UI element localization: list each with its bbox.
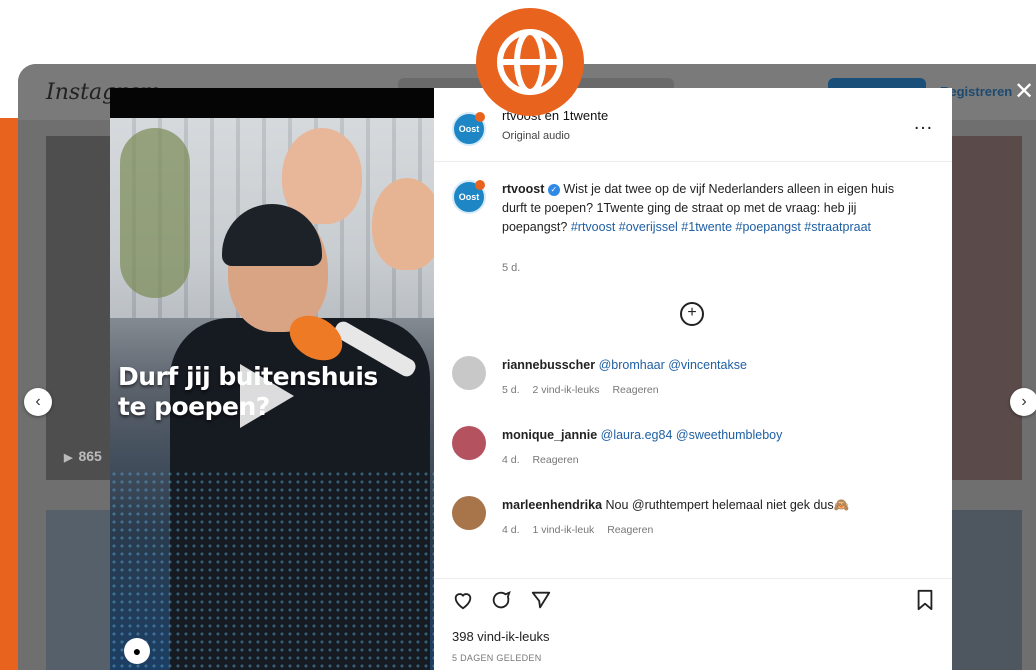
caption-username[interactable]: rtvoost <box>502 182 544 196</box>
comment-body[interactable]: @laura.eg84 @sweethumbleboy <box>601 428 783 442</box>
commenter-avatar[interactable] <box>452 356 486 390</box>
grid-thumbnail[interactable] <box>952 510 1022 670</box>
comment-text: monique_jannie @laura.eg84 @sweethumbleb… <box>502 428 782 442</box>
reply-link[interactable]: Reageren <box>607 524 653 536</box>
comment-item: monique_jannie @laura.eg84 @sweethumbleb… <box>452 426 932 476</box>
comment-username[interactable]: marleenhendrika <box>502 498 602 512</box>
comment-meta: 4 d. 1 vind-ik-leuk Reageren <box>502 524 663 536</box>
play-icon[interactable] <box>240 364 294 428</box>
commenter-avatar[interactable] <box>452 426 486 460</box>
view-count: 865 <box>64 448 101 464</box>
globe-icon <box>476 8 584 116</box>
comment-meta: 4 d. Reageren <box>502 454 589 466</box>
caption-hashtags[interactable]: #rtvoost #overijssel #1twente #poepangst… <box>571 220 871 234</box>
close-icon[interactable]: ✕ <box>1014 80 1034 104</box>
next-post-button[interactable]: › <box>1010 388 1036 416</box>
comment-likes[interactable]: 1 vind-ik-leuk <box>532 524 594 536</box>
post-date: 5 DAGEN GELEDEN <box>452 653 542 663</box>
comment-item: marleenhendrika Nou @ruthtempert helemaa… <box>452 496 932 546</box>
comment-text: riannebusscher @bromhaar @vincentakse <box>502 358 747 372</box>
grid-thumbnail[interactable] <box>952 136 1022 480</box>
more-options-icon[interactable]: … <box>913 112 934 135</box>
comment-icon[interactable] <box>490 589 512 617</box>
comment-time: 4 d. <box>502 524 520 536</box>
comment-text: marleenhendrika Nou @ruthtempert helemaa… <box>502 498 849 513</box>
comment-body[interactable]: @bromhaar @vincentakse <box>599 358 747 372</box>
audio-label[interactable]: Original audio <box>502 130 570 142</box>
author-avatar[interactable]: Oost <box>452 112 486 146</box>
comment-likes[interactable]: 2 vind-ik-leuks <box>532 384 599 396</box>
video-player[interactable]: Durf jij buitenshuis te poepen? ● <box>110 88 434 670</box>
screenshot-stage: Instagram Registreren 865 ✕ ‹ › Durf jij… <box>0 0 1036 670</box>
person-icon[interactable]: ● <box>124 638 150 664</box>
post-panel: Oost rtvoost en 1twente Original audio …… <box>434 88 952 670</box>
comment-time: 4 d. <box>502 454 520 466</box>
video-dot-pattern <box>110 470 434 670</box>
caption-text: rtvoost ✓ Wist je dat twee op de vijf Ne… <box>502 180 912 237</box>
comment-username[interactable]: monique_jannie <box>502 428 597 442</box>
bookmark-icon[interactable] <box>916 589 934 617</box>
comment-meta: 5 d. 2 vind-ik-leuks Reageren <box>502 384 669 396</box>
share-icon[interactable] <box>530 589 552 617</box>
comment-time: 5 d. <box>502 384 520 396</box>
commenter-avatar[interactable] <box>452 496 486 530</box>
video-person-face <box>372 178 434 270</box>
post-actions-bar: 398 vind-ik-leuks 5 DAGEN GELEDEN <box>434 578 952 670</box>
comment-item: riannebusscher @bromhaar @vincentakse 5 … <box>452 356 932 406</box>
video-background-tree <box>120 128 190 298</box>
load-more-comments-icon[interactable]: + <box>680 302 704 326</box>
like-count[interactable]: 398 vind-ik-leuks <box>452 629 550 644</box>
caption-avatar[interactable]: Oost <box>452 180 486 214</box>
heart-icon[interactable] <box>452 589 474 617</box>
comment-username[interactable]: riannebusscher <box>502 358 595 372</box>
comment-body[interactable]: Nou @ruthtempert helemaal niet gek dus🙈 <box>606 498 850 512</box>
previous-post-button[interactable]: ‹ <box>24 388 52 416</box>
verified-badge-icon: ✓ <box>547 183 560 196</box>
caption-timestamp: 5 d. <box>502 262 521 274</box>
reply-link[interactable]: Reageren <box>612 384 658 396</box>
reply-link[interactable]: Reageren <box>532 454 578 466</box>
